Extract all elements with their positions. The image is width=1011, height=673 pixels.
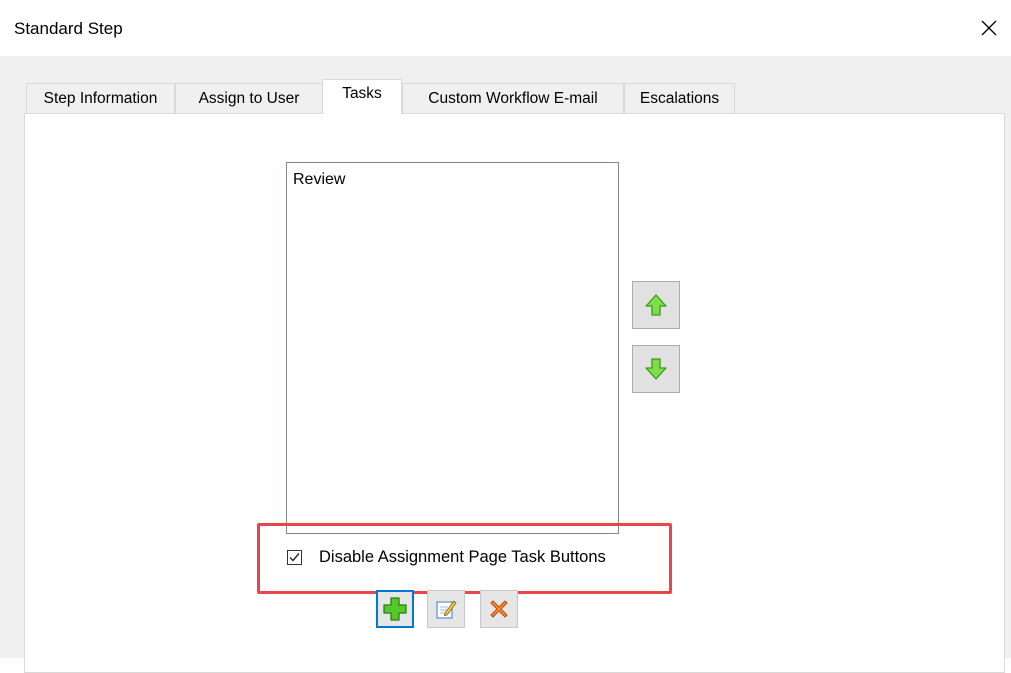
tab-label: Custom Workflow E-mail: [428, 89, 598, 107]
tab-step-information[interactable]: Step Information: [26, 83, 175, 113]
close-button[interactable]: [973, 12, 1005, 44]
highlight-box: [257, 523, 672, 594]
green-down-arrow-icon: [645, 358, 667, 380]
delete-task-button[interactable]: [480, 590, 518, 628]
window-title: Standard Step: [14, 19, 123, 38]
tab-label: Escalations: [639, 89, 720, 107]
tab-tasks[interactable]: Tasks: [322, 79, 402, 114]
close-icon: [981, 20, 997, 36]
move-down-button[interactable]: [632, 345, 680, 393]
tab-label: Tasks: [342, 85, 382, 102]
edit-task-button[interactable]: [427, 590, 465, 628]
green-plus-icon: [383, 597, 407, 621]
list-item[interactable]: Review: [293, 171, 345, 189]
move-up-button[interactable]: [632, 281, 680, 329]
add-task-button[interactable]: [376, 590, 414, 628]
tab-escalations[interactable]: Escalations: [624, 83, 735, 113]
tab-custom-workflow-email[interactable]: Custom Workflow E-mail: [402, 83, 624, 113]
tab-label: Assign to User: [198, 89, 300, 107]
edit-pencil-icon: [436, 600, 457, 619]
green-up-arrow-icon: [645, 294, 667, 316]
title-bar: Standard Step: [0, 0, 1011, 56]
orange-x-icon: [490, 600, 508, 618]
tab-label: Step Information: [43, 89, 158, 107]
tab-assign-to-user[interactable]: Assign to User: [175, 83, 323, 113]
task-listbox[interactable]: Review: [286, 162, 619, 534]
